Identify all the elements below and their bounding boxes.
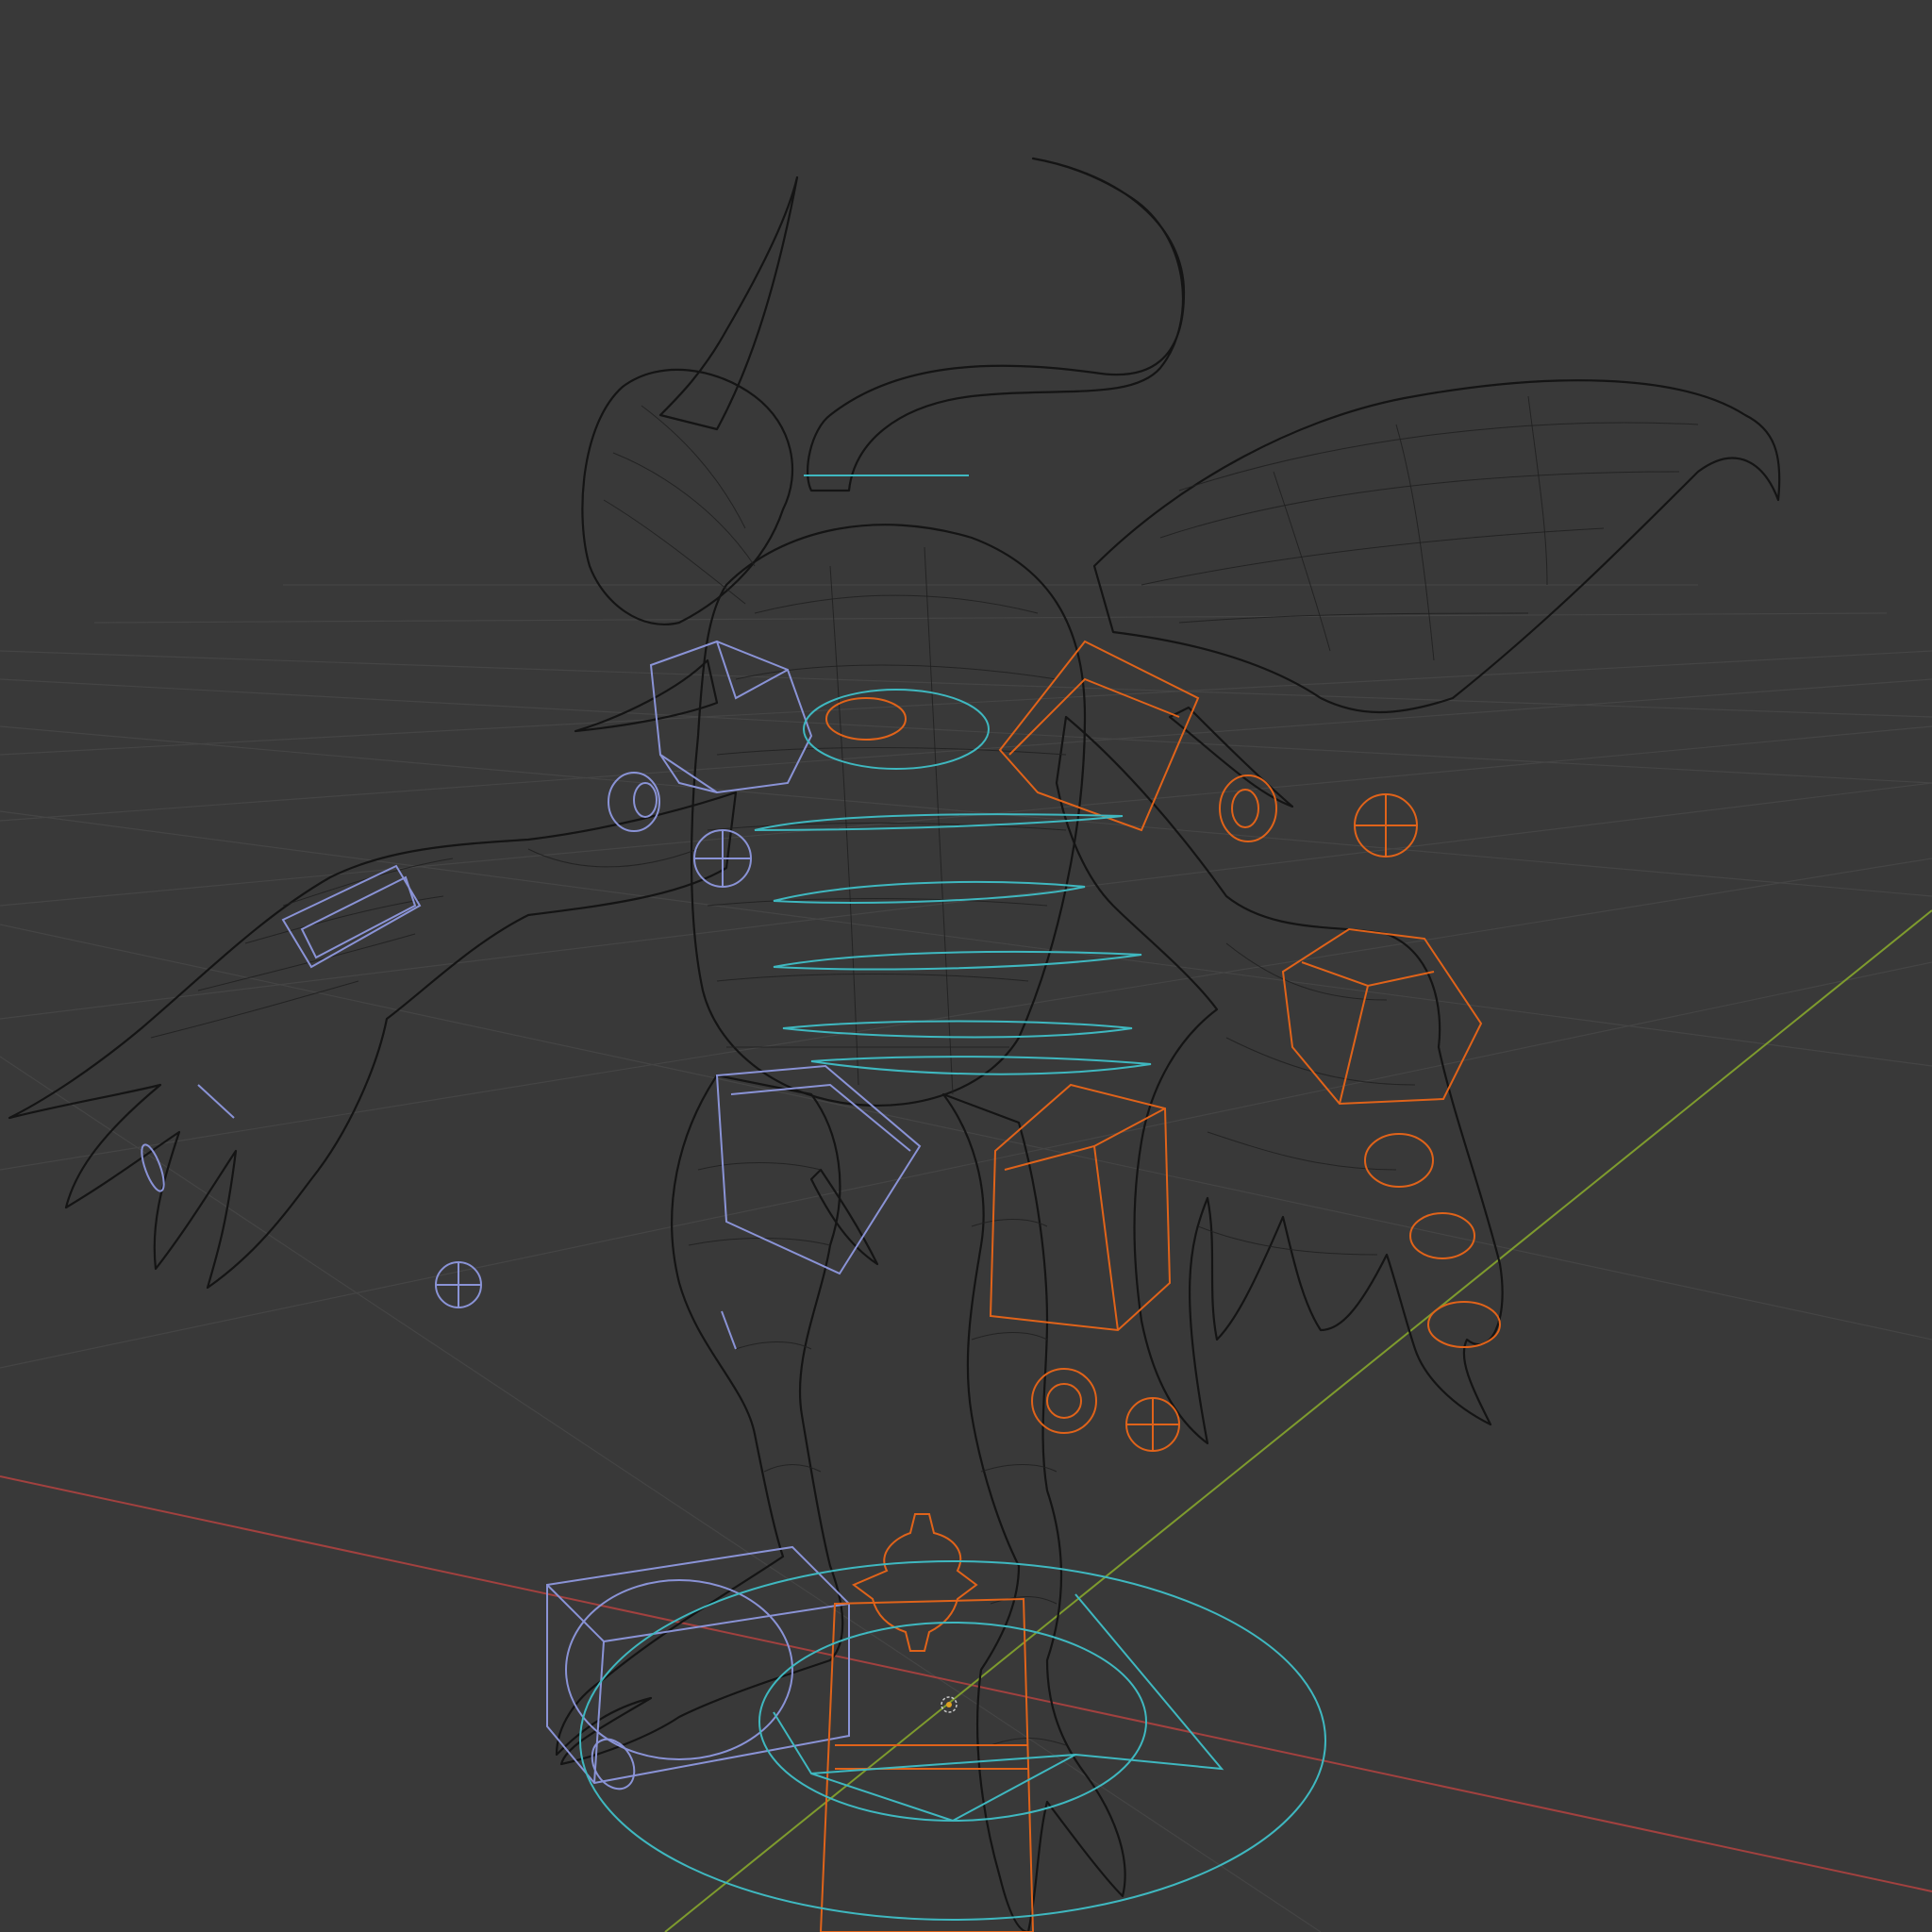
3d-viewport[interactable] [0, 0, 1932, 1932]
foot-box-left[interactable] [546, 1545, 850, 1785]
root-gear-control[interactable] [852, 1513, 978, 1652]
y-axis-line [664, 909, 1932, 1932]
floor-grid [0, 584, 1932, 1932]
pelvis-control[interactable] [810, 1056, 1152, 1075]
chest-control[interactable] [825, 697, 907, 741]
armature-left-controls[interactable] [138, 640, 922, 1796]
spine-controls[interactable] [754, 475, 1152, 1075]
finger-control-1[interactable] [1364, 1133, 1434, 1188]
viewport-scene[interactable] [0, 0, 1932, 1932]
creature-mesh[interactable] [8, 157, 1781, 1932]
finger-control-2[interactable] [1409, 1212, 1475, 1259]
x-axis-line [0, 1475, 1932, 1892]
finger-control-3[interactable] [1427, 1301, 1501, 1348]
pole-target-right-knee[interactable] [1031, 1368, 1097, 1434]
ik-circle-right-shoulder[interactable] [1219, 774, 1277, 842]
fk-box-right-shoulder[interactable] [998, 640, 1200, 832]
armature-right-controls[interactable] [819, 640, 1501, 1932]
